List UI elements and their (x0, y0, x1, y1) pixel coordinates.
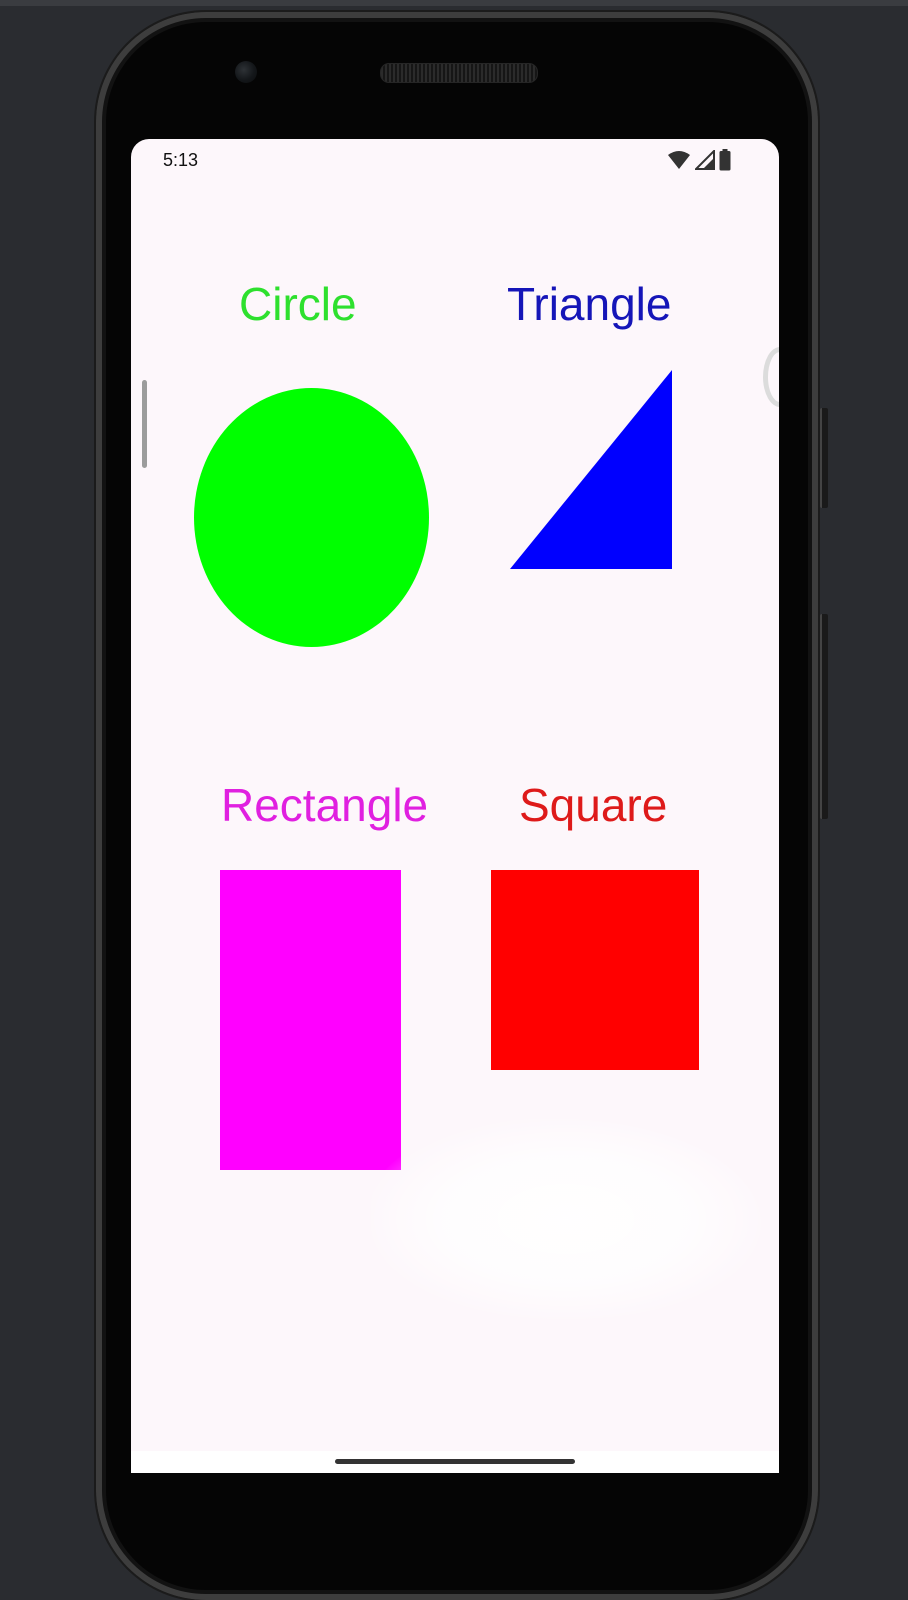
emulator-stage: 5:13 Circle Triangle Rectangle Square (0, 0, 908, 1600)
wifi-icon (668, 151, 690, 169)
earpiece-speaker (380, 63, 538, 83)
back-gesture-indicator (763, 347, 779, 407)
front-camera-icon (235, 61, 257, 83)
screen-smudge (371, 1119, 761, 1319)
rectangle-shape (220, 870, 401, 1170)
battery-icon (719, 149, 731, 171)
circle-label: Circle (239, 278, 357, 330)
status-time: 5:13 (163, 150, 199, 170)
home-indicator[interactable] (335, 1459, 575, 1464)
edge-scroll-indicator (142, 380, 147, 468)
status-icons (667, 149, 731, 171)
triangle-label: Triangle (507, 278, 672, 330)
device-screen[interactable]: 5:13 Circle Triangle Rectangle Square (131, 139, 779, 1473)
window-top-strip (0, 0, 908, 6)
power-button[interactable] (820, 408, 828, 508)
square-shape (491, 870, 699, 1070)
signal-icon (695, 150, 715, 170)
circle-shape (194, 388, 429, 647)
triangle-shape (510, 370, 672, 569)
square-label: Square (519, 779, 668, 831)
status-bar: 5:13 (131, 139, 779, 181)
volume-button[interactable] (820, 614, 828, 819)
gesture-nav-bar (131, 1451, 779, 1473)
rectangle-label: Rectangle (221, 779, 429, 831)
